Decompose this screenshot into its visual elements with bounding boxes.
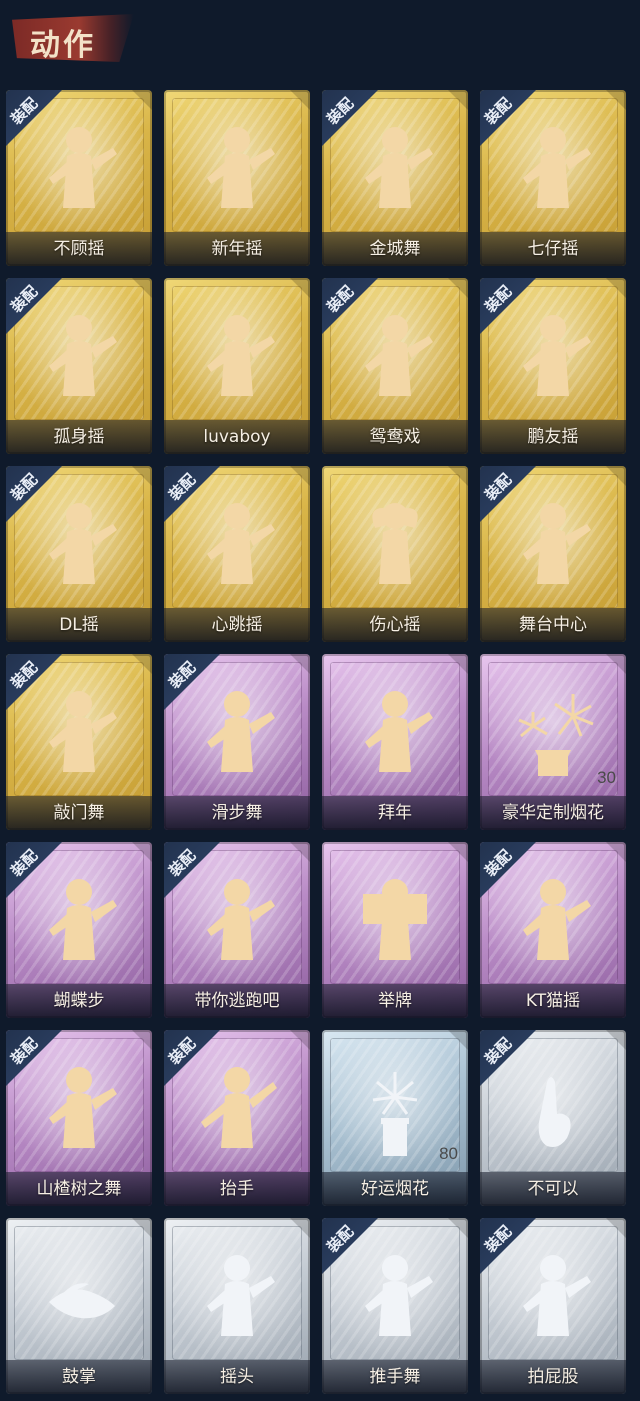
emote-card[interactable]: 举牌	[322, 842, 468, 1018]
emote-card[interactable]: 蝴蝶步 装配	[6, 842, 152, 1018]
emote-card[interactable]: 鸳鸯戏 装配	[322, 278, 468, 454]
raise-hand-icon	[187, 1052, 287, 1162]
heart-hands-icon	[345, 488, 445, 598]
emote-name: 滑步舞	[211, 803, 263, 823]
emote-card[interactable]: 30 豪华定制烟花	[480, 654, 626, 830]
emote-name: 心跳摇	[211, 615, 263, 635]
emote-name: 推手舞	[369, 1367, 421, 1387]
emote-name: 伤心摇	[369, 615, 421, 635]
emote-name: 不可以	[527, 1179, 579, 1199]
emote-card[interactable]: KT猫摇 装配	[480, 842, 626, 1018]
emote-name: 新年摇	[211, 239, 263, 259]
dance-figure-icon	[187, 488, 287, 598]
shake-head-icon	[187, 1240, 287, 1350]
dance-figure-icon	[345, 300, 445, 410]
emote-name: 蝴蝶步	[53, 991, 105, 1011]
emote-name: 举牌	[378, 991, 412, 1011]
emote-name: 好运烟花	[361, 1179, 429, 1199]
emote-card[interactable]: 金城舞 装配	[322, 90, 468, 266]
fireworks-box-icon	[503, 676, 603, 786]
emote-card[interactable]: 拜年	[322, 654, 468, 830]
emote-name: 鼓掌	[62, 1367, 96, 1387]
emote-name: 摇头	[220, 1367, 254, 1387]
item-count: 30	[597, 768, 616, 787]
emote-card[interactable]: 80 好运烟花	[322, 1030, 468, 1206]
emote-name: 带你逃跑吧	[194, 991, 280, 1011]
emote-name: 拍屁股	[527, 1367, 579, 1387]
emote-card[interactable]: 不顾摇 装配	[6, 90, 152, 266]
emote-card[interactable]: 抬手 装配	[164, 1030, 310, 1206]
dance-figure-icon	[29, 1052, 129, 1162]
dance-figure-icon	[29, 676, 129, 786]
emote-card[interactable]: 山楂树之舞 装配	[6, 1030, 152, 1206]
emote-grid: 不顾摇 装配新年摇 金城舞 装配 七仔摇 装配孤身摇 装配 luvaboy 鸳鸯戏 装配 鹏友摇 装配…	[6, 90, 636, 1401]
dance-figure-icon	[29, 488, 129, 598]
emote-name: 拜年	[378, 803, 412, 823]
dance-figure-icon	[503, 112, 603, 222]
emote-card[interactable]: 摇头	[164, 1218, 310, 1394]
emote-name: 孤身摇	[53, 427, 105, 447]
emote-card[interactable]: 七仔摇 装配	[480, 90, 626, 266]
dance-figure-icon	[503, 300, 603, 410]
emote-card[interactable]: 舞台中心 装配	[480, 466, 626, 642]
slap-icon	[503, 1240, 603, 1350]
emote-name: 七仔摇	[527, 239, 579, 259]
emote-name: KT猫摇	[525, 991, 581, 1011]
dance-figure-icon	[345, 112, 445, 222]
header: 动作	[0, 0, 640, 82]
dance-figure-icon	[187, 676, 287, 786]
dance-figure-icon	[187, 864, 287, 974]
clap-icon	[29, 1240, 129, 1350]
push-hands-icon	[345, 1240, 445, 1350]
emote-card[interactable]: 敲门舞 装配	[6, 654, 152, 830]
dance-figure-icon	[503, 864, 603, 974]
dance-figure-icon	[29, 864, 129, 974]
emote-name: 敲门舞	[53, 803, 105, 823]
fireworks-canister-icon	[345, 1052, 445, 1162]
dance-figure-icon	[29, 112, 129, 222]
sign-holder-icon	[345, 864, 445, 974]
emote-card[interactable]: 孤身摇 装配	[6, 278, 152, 454]
emote-card[interactable]: 新年摇	[164, 90, 310, 266]
bow-figure-icon	[345, 676, 445, 786]
emote-name: 鸳鸯戏	[369, 427, 421, 447]
dance-figure-icon	[187, 112, 287, 222]
emote-card[interactable]: 带你逃跑吧 装配	[164, 842, 310, 1018]
emote-name: 豪华定制烟花	[502, 803, 604, 823]
emote-card[interactable]: 滑步舞 装配	[164, 654, 310, 830]
emote-name: 不顾摇	[53, 239, 105, 259]
dance-figure-icon	[187, 300, 287, 410]
emote-name: 舞台中心	[519, 615, 587, 635]
dance-figure-icon	[29, 300, 129, 410]
emote-card[interactable]: 不可以 装配	[480, 1030, 626, 1206]
item-count: 80	[439, 1144, 458, 1163]
emote-card[interactable]: 心跳摇 装配	[164, 466, 310, 642]
emote-card[interactable]: 伤心摇	[322, 466, 468, 642]
emote-name: 金城舞	[369, 239, 421, 259]
emote-name: 抬手	[220, 1179, 254, 1199]
emote-name: 鹏友摇	[527, 427, 579, 447]
emote-name: DL摇	[59, 615, 99, 635]
emote-card[interactable]: 鹏友摇 装配	[480, 278, 626, 454]
emote-name: 山楂树之舞	[36, 1179, 122, 1199]
emote-name: luvaboy	[203, 427, 271, 447]
emote-card[interactable]: 拍屁股 装配	[480, 1218, 626, 1394]
emote-card[interactable]: DL摇 装配	[6, 466, 152, 642]
dance-figure-icon	[503, 488, 603, 598]
emote-card[interactable]: luvaboy	[164, 278, 310, 454]
emote-card[interactable]: 鼓掌	[6, 1218, 152, 1394]
emote-card[interactable]: 推手舞 装配	[322, 1218, 468, 1394]
finger-wag-icon	[503, 1052, 603, 1162]
page-title: 动作	[30, 28, 96, 63]
